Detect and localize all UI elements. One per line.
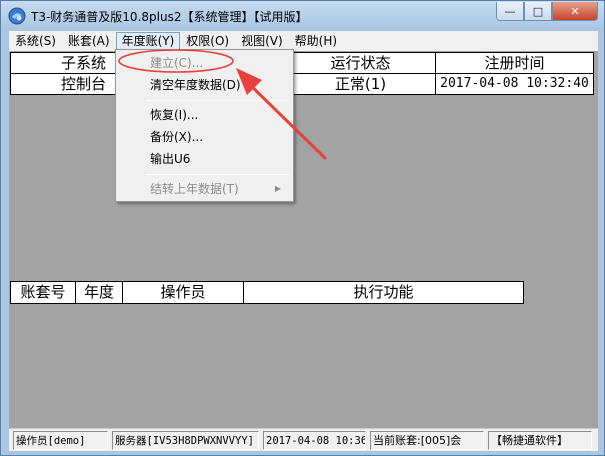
- column-header-account-no: 账套号: [11, 282, 76, 303]
- menu-item-carry-forward[interactable]: 结转上年数据(T) ▶: [118, 178, 291, 200]
- menu-item-export-u6[interactable]: 输出U6: [118, 148, 291, 170]
- table-header-row: 子系统 运行状态 注册时间: [11, 53, 593, 74]
- status-vendor-text: 【畅捷通软件】: [491, 434, 568, 447]
- menu-help[interactable]: 帮助(H): [289, 32, 343, 50]
- title-bar[interactable]: T3-财务通普及版10.8plus2【系统管理】【试用版】 — □ ✕: [1, 1, 604, 31]
- status-operator: 操作员[demo]: [13, 431, 108, 450]
- menu-item-clear-annual-data[interactable]: 清空年度数据(D): [118, 74, 291, 96]
- menu-bar: 系统(S) 账套(A) 年度账(Y) 权限(O) 视图(V) 帮助(H): [9, 31, 598, 51]
- menu-annual-account[interactable]: 年度账(Y): [115, 32, 181, 50]
- menu-permission[interactable]: 权限(O): [180, 32, 235, 50]
- menu-system[interactable]: 系统(S): [9, 32, 62, 50]
- annual-account-dropdown: 建立(C)... 清空年度数据(D) 恢复(I)... 备份(X)... 输出U…: [115, 49, 294, 202]
- window-controls: — □ ✕: [496, 2, 598, 21]
- submenu-arrow-icon: ▶: [274, 184, 281, 193]
- menu-view[interactable]: 视图(V): [235, 32, 289, 50]
- operation-table: 账套号 年度 操作员 执行功能: [10, 281, 524, 304]
- minimize-icon[interactable]: —: [496, 2, 524, 21]
- table-header-row: 账套号 年度 操作员 执行功能: [11, 282, 523, 303]
- status-vendor: 【畅捷通软件】: [488, 431, 592, 450]
- maximize-icon[interactable]: □: [524, 2, 552, 21]
- menu-item-carry-forward-label: 结转上年数据(T): [150, 182, 239, 196]
- status-current-account-text: 当前账套:[005]会: [373, 434, 462, 447]
- status-bar: 操作员[demo] 服务器[IV53H8DPWXNVVYY] 2017-04-0…: [9, 428, 598, 451]
- menu-separator: [146, 100, 289, 101]
- menu-separator: [146, 174, 289, 175]
- menu-item-create[interactable]: 建立(C)...: [118, 52, 291, 74]
- cell-register-time: 2017-04-08 10:32:40: [440, 76, 589, 91]
- column-header-function: 执行功能: [353, 283, 414, 301]
- app-logo-icon: [8, 7, 26, 25]
- column-header-status: 运行状态: [286, 53, 436, 73]
- close-icon[interactable]: ✕: [552, 2, 598, 21]
- column-header-operator: 操作员: [123, 282, 244, 303]
- menu-item-restore[interactable]: 恢复(I)...: [118, 104, 291, 126]
- status-current-account: 当前账套:[005]会: [370, 431, 484, 450]
- column-header-year: 年度: [76, 282, 123, 303]
- menu-item-backup[interactable]: 备份(X)...: [118, 126, 291, 148]
- status-datetime: 2017-04-08 10:36: [263, 431, 366, 450]
- subsystem-table: 子系统 运行状态 注册时间 控制台 正常(1) 2017-04-08 10:32…: [10, 52, 594, 95]
- window-title: T3-财务通普及版10.8plus2【系统管理】【试用版】: [31, 10, 308, 24]
- workspace: 子系统 运行状态 注册时间 控制台 正常(1) 2017-04-08 10:32…: [9, 51, 598, 428]
- cell-status: 正常(1): [286, 74, 436, 95]
- client-area: 系统(S) 账套(A) 年度账(Y) 权限(O) 视图(V) 帮助(H) 子系统…: [9, 31, 598, 451]
- menu-account-set[interactable]: 账套(A): [62, 32, 116, 50]
- status-datetime-text: 2017-04-08 10:36: [266, 435, 366, 447]
- status-operator-text: 操作员[demo]: [16, 435, 86, 447]
- column-header-register-time: 注册时间: [484, 54, 545, 72]
- status-server-text: 服务器[IV53H8DPWXNVVYY]: [115, 435, 254, 447]
- app-window: T3-财务通普及版10.8plus2【系统管理】【试用版】 — □ ✕ 系统(S…: [0, 0, 605, 456]
- table-row[interactable]: 控制台 正常(1) 2017-04-08 10:32:40: [11, 74, 593, 95]
- status-server: 服务器[IV53H8DPWXNVVYY]: [112, 431, 259, 450]
